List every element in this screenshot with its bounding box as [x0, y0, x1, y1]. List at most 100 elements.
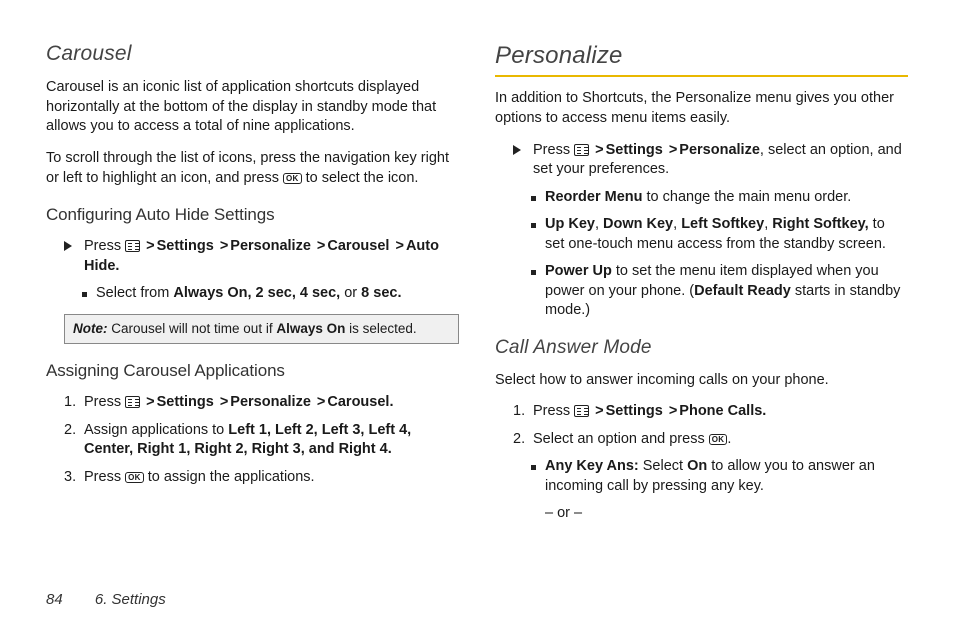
- text-bold: Reorder Menu: [545, 189, 643, 205]
- step-body: Press OK to assign the applications.: [84, 468, 459, 488]
- bullet-body: Power Up to set the menu item displayed …: [545, 262, 908, 321]
- note-label: Note:: [73, 321, 108, 336]
- gt-icon: >: [667, 403, 679, 419]
- carousel-intro-1: Carousel is an iconic list of applicatio…: [46, 78, 459, 137]
- text-bold: Default Ready: [694, 283, 791, 299]
- path-personalize: Personalize: [230, 394, 311, 410]
- step-2: 2. Select an option and press OK.: [513, 430, 908, 450]
- chapter-label: 6. Settings: [95, 591, 166, 608]
- path-settings: Settings: [157, 394, 214, 410]
- gt-icon: >: [593, 403, 605, 419]
- step-number: 2.: [64, 421, 84, 460]
- text: Select: [639, 458, 687, 474]
- triangle-bullet-icon: [64, 237, 84, 276]
- gt-icon: >: [315, 394, 327, 410]
- call-answer-intro: Select how to answer incoming calls on y…: [495, 371, 908, 391]
- heading-call-answer: Call Answer Mode: [495, 335, 908, 361]
- text: .: [727, 431, 731, 447]
- triangle-bullet-icon: [513, 141, 533, 180]
- bullet-body: Reorder Menu to change the main menu ord…: [545, 188, 908, 208]
- path-carousel: Carousel: [327, 238, 389, 254]
- gt-icon: >: [315, 238, 327, 254]
- step-body: Select an option and press OK.: [533, 430, 908, 450]
- page-footer: 84 6. Settings: [46, 590, 166, 610]
- gt-icon: >: [218, 394, 230, 410]
- ok-icon: OK: [283, 173, 302, 184]
- step-body: Assign applications to Left 1, Left 2, L…: [84, 421, 459, 460]
- or-separator: – or –: [545, 504, 908, 524]
- gt-icon: >: [393, 238, 405, 254]
- text-bold: Up Key: [545, 216, 595, 232]
- step-number: 1.: [64, 393, 84, 413]
- step-personalize: Press >Settings >Personalize, select an …: [513, 141, 908, 180]
- text: to assign the applications.: [144, 469, 315, 485]
- step-number: 3.: [64, 468, 84, 488]
- bullet-keys: Up Key, Down Key, Left Softkey, Right So…: [531, 215, 908, 254]
- path-carousel: Carousel.: [327, 394, 393, 410]
- square-bullet-icon: [531, 215, 545, 254]
- gt-icon: >: [667, 142, 679, 158]
- personalize-intro: In addition to Shortcuts, the Personaliz…: [495, 89, 908, 128]
- step-body: Press >Settings >Personalize >Carousel.: [84, 393, 459, 413]
- menu-icon: [125, 240, 140, 252]
- text-bold: Down Key: [603, 216, 673, 232]
- page-number: 84: [46, 591, 63, 608]
- step-number: 2.: [513, 430, 533, 450]
- right-column: Personalize In addition to Shortcuts, th…: [495, 40, 908, 530]
- path-settings: Settings: [606, 142, 663, 158]
- text-bold: Power Up: [545, 263, 612, 279]
- bullet-select-timing: Select from Always On, 2 sec, 4 sec, or …: [82, 284, 459, 304]
- square-bullet-icon: [82, 284, 96, 304]
- gt-icon: >: [593, 142, 605, 158]
- path-settings: Settings: [606, 403, 663, 419]
- note-bold: Always On: [276, 321, 345, 336]
- step-body: Press >Settings >Personalize >Carousel >…: [84, 237, 459, 276]
- step-auto-hide: Press >Settings >Personalize >Carousel >…: [64, 237, 459, 276]
- text-bold: Always On, 2 sec, 4 sec,: [173, 285, 340, 301]
- step-1: 1. Press >Settings >Phone Calls.: [513, 402, 908, 422]
- text-bold: Any Key Ans:: [545, 458, 639, 474]
- text: Press: [84, 238, 125, 254]
- menu-icon: [574, 144, 589, 156]
- path-personalize: Personalize: [230, 238, 311, 254]
- text: Press: [84, 394, 125, 410]
- path-phone-calls: Phone Calls.: [679, 403, 766, 419]
- ok-icon: OK: [709, 434, 728, 445]
- carousel-intro-2: To scroll through the list of icons, pre…: [46, 149, 459, 188]
- square-bullet-icon: [531, 188, 545, 208]
- gt-icon: >: [218, 238, 230, 254]
- bullet-body: Select from Always On, 2 sec, 4 sec, or …: [96, 284, 459, 304]
- step-body: Press >Settings >Personalize, select an …: [533, 141, 908, 180]
- menu-icon: [125, 396, 140, 408]
- text: Press: [533, 142, 574, 158]
- note-text: Carousel will not time out if: [108, 321, 277, 336]
- text: or: [340, 285, 361, 301]
- text-bold: On: [687, 458, 707, 474]
- text: Assign applications to: [84, 422, 228, 438]
- step-2: 2. Assign applications to Left 1, Left 2…: [64, 421, 459, 460]
- square-bullet-icon: [531, 457, 545, 496]
- step-body: Press >Settings >Phone Calls.: [533, 402, 908, 422]
- path-settings: Settings: [157, 238, 214, 254]
- heading-personalize: Personalize: [495, 40, 908, 77]
- bullet-body: Up Key, Down Key, Left Softkey, Right So…: [545, 215, 908, 254]
- heading-auto-hide: Configuring Auto Hide Settings: [46, 204, 459, 227]
- bullet-power-up: Power Up to set the menu item displayed …: [531, 262, 908, 321]
- text-bold: Left Softkey: [681, 216, 764, 232]
- step-number: 1.: [513, 402, 533, 422]
- text-bold: 8 sec.: [361, 285, 401, 301]
- text: to change the main menu order.: [643, 189, 852, 205]
- step-1: 1. Press >Settings >Personalize >Carouse…: [64, 393, 459, 413]
- bullet-reorder-menu: Reorder Menu to change the main menu ord…: [531, 188, 908, 208]
- gt-icon: >: [144, 238, 156, 254]
- text: Select an option and press: [533, 431, 709, 447]
- note-box: Note: Carousel will not time out if Alwa…: [64, 314, 459, 344]
- heading-carousel: Carousel: [46, 40, 459, 68]
- bullet-body: Any Key Ans: Select On to allow you to a…: [545, 457, 908, 496]
- step-3: 3. Press OK to assign the applications.: [64, 468, 459, 488]
- square-bullet-icon: [531, 262, 545, 321]
- page-columns: Carousel Carousel is an iconic list of a…: [46, 40, 908, 530]
- heading-assigning-apps: Assigning Carousel Applications: [46, 360, 459, 383]
- menu-icon: [574, 405, 589, 417]
- bullet-any-key-ans: Any Key Ans: Select On to allow you to a…: [531, 457, 908, 496]
